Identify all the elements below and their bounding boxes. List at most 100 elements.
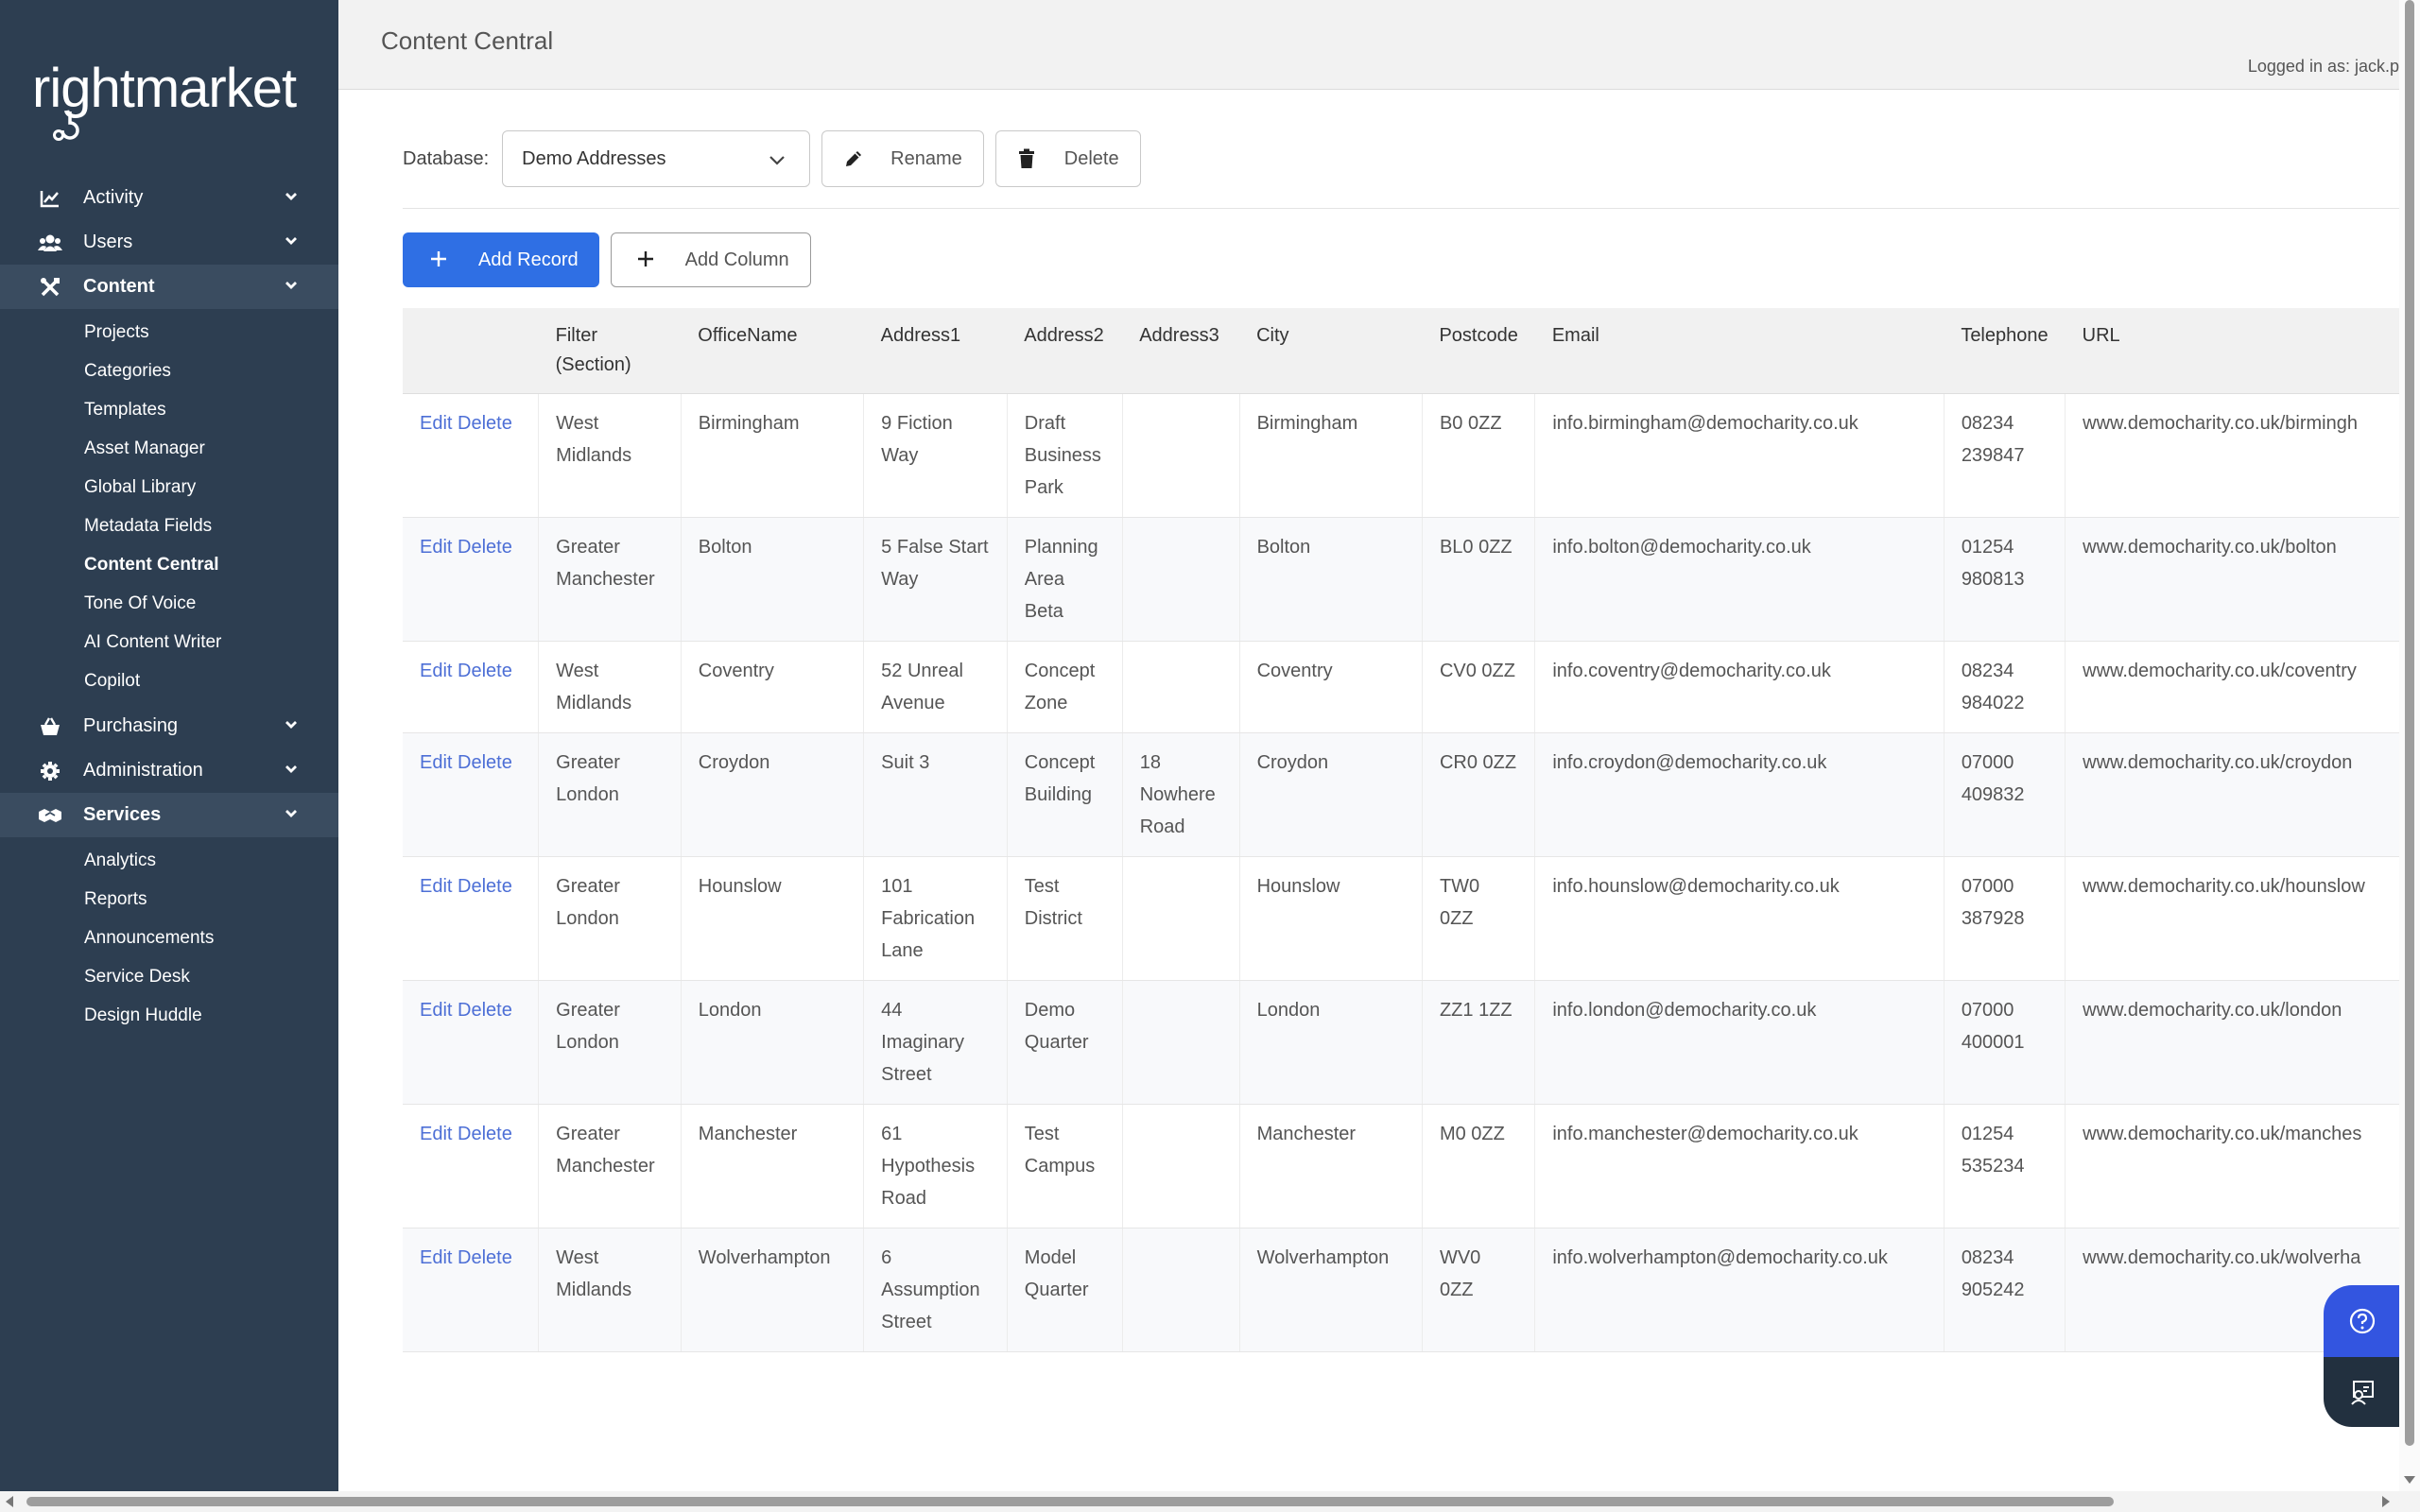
edit-link[interactable]: Edit: [420, 661, 452, 681]
edit-link[interactable]: Edit: [420, 1000, 452, 1021]
sidebar-subitem-announcements[interactable]: Announcements: [84, 919, 338, 957]
delete-link[interactable]: Delete: [458, 876, 512, 897]
delete-link[interactable]: Delete: [458, 413, 512, 434]
services-submenu: Analytics Reports Announcements Service …: [0, 837, 338, 1035]
cell-address1: 44 Imaginary Street: [863, 980, 1008, 1105]
add-record-button[interactable]: Add Record: [403, 232, 599, 287]
edit-link[interactable]: Edit: [420, 1124, 452, 1144]
cell-postcode: CR0 0ZZ: [1421, 732, 1535, 857]
cell-address2: Test District: [1006, 856, 1123, 981]
content-submenu: Projects Categories Templates Asset Mana…: [0, 309, 338, 704]
edit-link[interactable]: Edit: [420, 1247, 452, 1268]
cell-email: info.manchester@democharity.co.uk: [1534, 1104, 1945, 1228]
scroll-left-arrow-icon[interactable]: [6, 1496, 13, 1507]
chevron-down-icon[interactable]: [284, 762, 299, 777]
delete-link[interactable]: Delete: [458, 1247, 512, 1268]
sidebar: rightmarket Activity Users Content Proje…: [0, 0, 338, 1491]
sidebar-subitem-projects[interactable]: Projects: [84, 313, 338, 352]
table-row: Edit Delete Greater Manchester Bolton 5 …: [403, 517, 2399, 642]
sidebar-item-activity[interactable]: Activity: [0, 176, 338, 220]
cell-telephone: 01254 535234: [1943, 1104, 2066, 1228]
cell-address1: 9 Fiction Way: [863, 393, 1008, 518]
horizontal-scroll-thumb[interactable]: [26, 1497, 2114, 1506]
cell-email: info.birmingham@democharity.co.uk: [1534, 393, 1945, 518]
cell-postcode: M0 0ZZ: [1421, 1104, 1535, 1228]
chevron-down-icon[interactable]: [284, 278, 299, 293]
rename-button[interactable]: Rename: [821, 130, 984, 187]
cell-email: info.hounslow@democharity.co.uk: [1534, 856, 1945, 981]
sidebar-subitem-asset-manager[interactable]: Asset Manager: [84, 429, 338, 468]
support-agent-icon: [2351, 1381, 2374, 1405]
cell-telephone: 08234 984022: [1943, 641, 2066, 733]
sidebar-subitem-global-library[interactable]: Global Library: [84, 468, 338, 507]
sidebar-subitem-service-desk[interactable]: Service Desk: [84, 957, 338, 996]
delete-database-button[interactable]: Delete: [994, 130, 1141, 187]
cell-filter: Greater London: [538, 980, 682, 1105]
plus-icon: [429, 249, 450, 270]
table-row: Edit Delete West Midlands Wolverhampton …: [403, 1228, 2399, 1352]
support-chat-button[interactable]: [2324, 1357, 2401, 1427]
sidebar-subitem-ai-content-writer[interactable]: AI Content Writer: [84, 623, 338, 662]
sidebar-subitem-analytics[interactable]: Analytics: [84, 841, 338, 880]
question-circle-icon: [2349, 1308, 2376, 1334]
sidebar-item-users[interactable]: Users: [0, 220, 338, 265]
edit-link[interactable]: Edit: [420, 752, 452, 773]
help-button[interactable]: [2324, 1285, 2401, 1357]
cell-officename: Hounslow: [680, 856, 864, 981]
sidebar-item-purchasing[interactable]: Purchasing: [0, 704, 338, 748]
chevron-down-icon[interactable]: [284, 717, 299, 732]
horizontal-scrollbar[interactable]: [0, 1491, 2420, 1512]
sidebar-subitem-metadata-fields[interactable]: Metadata Fields: [84, 507, 338, 545]
cell-address3: [1121, 856, 1240, 981]
delete-link[interactable]: Delete: [458, 537, 512, 558]
cell-email: info.bolton@democharity.co.uk: [1534, 517, 1945, 642]
vertical-scroll-thumb[interactable]: [2405, 0, 2414, 1446]
cell-telephone: 07000 400001: [1943, 980, 2066, 1105]
sidebar-item-services[interactable]: Services: [0, 793, 338, 837]
row-actions: Edit Delete: [403, 393, 539, 518]
cell-filter: Greater Manchester: [538, 1104, 682, 1228]
row-actions: Edit Delete: [403, 517, 539, 642]
delete-link[interactable]: Delete: [458, 752, 512, 773]
sidebar-subitem-templates[interactable]: Templates: [84, 390, 338, 429]
cell-officename: London: [680, 980, 864, 1105]
delete-link[interactable]: Delete: [458, 1124, 512, 1144]
sidebar-item-administration[interactable]: Administration: [0, 748, 338, 793]
chevron-down-icon[interactable]: [284, 233, 299, 249]
delete-link[interactable]: Delete: [458, 1000, 512, 1021]
cell-postcode: WV0 0ZZ: [1421, 1228, 1535, 1352]
edit-link[interactable]: Edit: [420, 876, 452, 897]
cell-email: info.wolverhampton@democharity.co.uk: [1534, 1228, 1945, 1352]
scroll-right-arrow-icon[interactable]: [2382, 1496, 2390, 1507]
sidebar-subitem-reports[interactable]: Reports: [84, 880, 338, 919]
sidebar-subitem-categories[interactable]: Categories: [84, 352, 338, 390]
logo[interactable]: rightmarket: [32, 57, 306, 141]
cell-city: Birmingham: [1238, 393, 1423, 518]
chevron-down-icon[interactable]: [284, 189, 299, 204]
basket-icon: [38, 716, 62, 737]
cell-address3: [1121, 1228, 1240, 1352]
sidebar-subitem-content-central[interactable]: Content Central: [84, 545, 338, 584]
scroll-down-arrow-icon[interactable]: [2404, 1476, 2415, 1484]
cell-address3: [1121, 980, 1240, 1105]
rename-label: Rename: [890, 147, 962, 169]
database-select[interactable]: Demo Addresses: [502, 130, 811, 187]
database-toolbar: Database: Demo Addresses Rename Delete: [403, 130, 1141, 187]
cell-address2: Concept Zone: [1006, 641, 1123, 733]
edit-link[interactable]: Edit: [420, 413, 452, 434]
chevron-down-icon[interactable]: [284, 806, 299, 821]
row-actions: Edit Delete: [403, 856, 539, 981]
sidebar-subitem-design-huddle[interactable]: Design Huddle: [84, 996, 338, 1035]
add-column-button[interactable]: Add Column: [610, 232, 811, 287]
plus-icon: [636, 249, 657, 270]
vertical-scrollbar[interactable]: [2399, 0, 2420, 1491]
record-actions: Add Record Add Column: [403, 232, 811, 287]
sidebar-subitem-tone-of-voice[interactable]: Tone Of Voice: [84, 584, 338, 623]
sidebar-item-content[interactable]: Content: [0, 265, 338, 309]
cell-postcode: BL0 0ZZ: [1421, 517, 1535, 642]
sidebar-item-label: Users: [83, 232, 133, 252]
sidebar-subitem-copilot[interactable]: Copilot: [84, 662, 338, 700]
delete-link[interactable]: Delete: [458, 661, 512, 681]
edit-link[interactable]: Edit: [420, 537, 452, 558]
cell-telephone: 01254 980813: [1943, 517, 2066, 642]
